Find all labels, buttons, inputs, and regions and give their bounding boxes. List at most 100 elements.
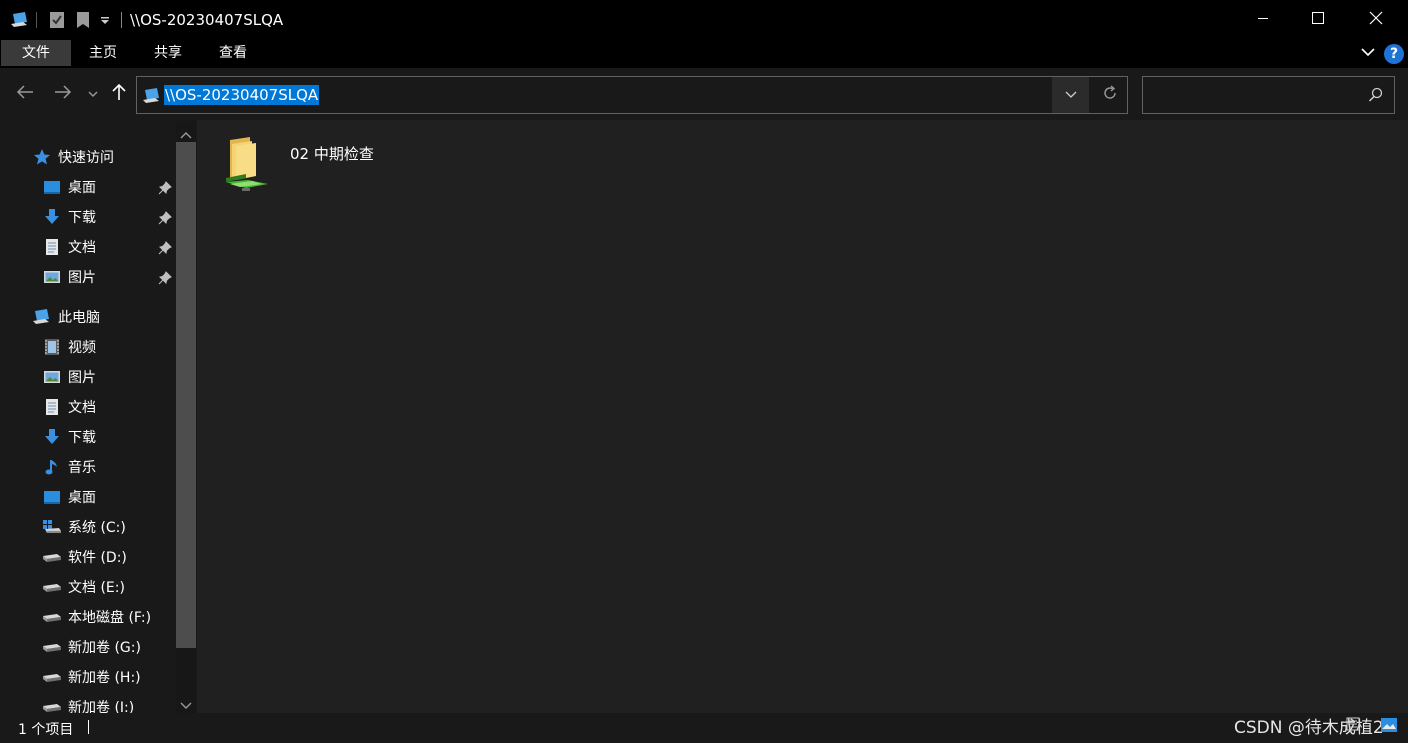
network-computer-icon — [142, 87, 162, 109]
sidebar-item-videos[interactable]: 视频 — [42, 335, 96, 359]
desktop-icon — [42, 487, 62, 507]
chevron-down-icon — [88, 86, 98, 102]
this-pc-icon — [32, 307, 52, 327]
address-history-button[interactable] — [1052, 77, 1089, 113]
sidebar-item-label: 图片 — [68, 270, 96, 286]
tab-home[interactable]: 主页 — [80, 40, 126, 66]
customize-toolbar-icon[interactable] — [100, 14, 110, 30]
pin-icon[interactable] — [158, 241, 172, 255]
tab-file[interactable]: 文件 — [1, 40, 71, 66]
sidebar-item-label: 本地磁盘 (F:) — [68, 610, 152, 626]
large-icons-view-icon[interactable] — [1380, 717, 1398, 737]
back-arrow-icon — [16, 85, 34, 103]
drive-icon — [42, 547, 62, 567]
sidebar-item-drive-i[interactable]: 新加卷 (I:) — [42, 695, 134, 713]
search-icon[interactable] — [1368, 87, 1384, 107]
sidebar-item-pictures[interactable]: 图片 — [42, 365, 96, 389]
sidebar-item-drive-c[interactable]: 系统 (C:) — [42, 515, 126, 539]
sidebar-item-desktop[interactable]: 桌面 — [42, 175, 96, 199]
close-button[interactable] — [1353, 0, 1399, 40]
window-title: \\OS-20230407SLQA — [130, 11, 284, 29]
navigation-pane: 快速访问 桌面 下载 文档 图片 此电脑 视频 图片 文档 下载 音乐 桌面 系… — [0, 120, 197, 713]
details-view-icon[interactable] — [1346, 717, 1360, 735]
sidebar-item-desktop[interactable]: 桌面 — [42, 485, 96, 509]
tab-share[interactable]: 共享 — [145, 40, 191, 66]
help-icon[interactable]: ? — [1384, 44, 1404, 64]
refresh-button[interactable] — [1091, 77, 1128, 113]
sidebar-item-documents[interactable]: 文档 — [42, 395, 96, 419]
sidebar-item-label: 桌面 — [68, 180, 96, 196]
sidebar-scroll-thumb[interactable] — [176, 142, 196, 648]
sidebar-item-label: 新加卷 (G:) — [68, 640, 141, 656]
sidebar-item-label: 软件 (D:) — [68, 550, 127, 566]
sidebar-item-quick-access[interactable]: 快速访问 — [32, 145, 114, 169]
drive-icon — [42, 697, 62, 713]
close-icon — [1369, 11, 1383, 29]
sidebar-item-label: 系统 (C:) — [68, 520, 126, 536]
sidebar-item-downloads[interactable]: 下载 — [42, 425, 96, 449]
drive-icon — [42, 577, 62, 597]
recent-locations-button[interactable] — [84, 82, 102, 106]
sidebar-item-label: 新加卷 (H:) — [68, 670, 141, 686]
chevron-down-icon — [1065, 87, 1077, 103]
ribbon-tabs: 文件 主页 共享 查看 ? — [0, 40, 1408, 68]
tab-view[interactable]: 查看 — [210, 40, 256, 66]
item-count: 1 个项目 — [18, 722, 74, 738]
drive-icon — [42, 667, 62, 687]
properties-icon[interactable] — [49, 11, 65, 33]
sidebar-item-documents[interactable]: 文档 — [42, 235, 96, 259]
star-icon — [32, 147, 52, 167]
sidebar-item-label: 快速访问 — [58, 150, 114, 166]
sidebar-item-label: 桌面 — [68, 490, 96, 506]
sidebar-item-downloads[interactable]: 下载 — [42, 205, 96, 229]
this-pc-icon[interactable] — [10, 11, 30, 33]
divider — [121, 12, 122, 28]
pin-icon[interactable] — [158, 181, 172, 195]
sidebar-item-label: 视频 — [68, 340, 96, 356]
pin-icon[interactable] — [158, 271, 172, 285]
divider — [36, 12, 37, 28]
status-bar — [0, 713, 1408, 743]
sidebar-item-drive-e[interactable]: 文档 (E:) — [42, 575, 125, 599]
sidebar-item-label: 新加卷 (I:) — [68, 700, 135, 713]
sidebar-item-label: 下载 — [68, 210, 96, 226]
up-arrow-icon — [112, 83, 126, 105]
minimize-icon — [1257, 12, 1269, 28]
sidebar-item-label: 下载 — [68, 430, 96, 446]
up-button[interactable] — [107, 82, 131, 106]
sidebar-item-drive-f[interactable]: 本地磁盘 (F:) — [42, 605, 151, 629]
sidebar-item-music[interactable]: 音乐 — [42, 455, 96, 479]
file-list[interactable] — [197, 120, 1408, 713]
picture-icon — [42, 367, 62, 387]
document-icon — [42, 397, 62, 417]
system-drive-icon — [42, 517, 62, 537]
pin-icon[interactable] — [158, 211, 172, 225]
sidebar-item-this-pc[interactable]: 此电脑 — [32, 305, 100, 329]
download-icon — [42, 207, 62, 227]
sidebar-item-label: 图片 — [68, 370, 96, 386]
search-input[interactable] — [1142, 76, 1395, 114]
maximize-button[interactable] — [1295, 0, 1341, 40]
sidebar-item-label: 文档 — [68, 240, 96, 256]
minimize-button[interactable] — [1240, 0, 1286, 40]
music-icon — [42, 457, 62, 477]
sidebar-item-drive-h[interactable]: 新加卷 (H:) — [42, 665, 141, 689]
drive-icon — [42, 637, 62, 657]
sidebar-item-pictures[interactable]: 图片 — [42, 265, 96, 289]
back-button[interactable] — [13, 82, 37, 106]
forward-button[interactable] — [51, 82, 75, 106]
folder-name: 02 中期检查 — [290, 145, 374, 163]
sidebar-item-drive-g[interactable]: 新加卷 (G:) — [42, 635, 141, 659]
address-path[interactable]: \\OS-20230407SLQA — [164, 85, 320, 105]
watermark-text: CSDN @待木成植2 — [1234, 718, 1384, 738]
video-icon — [42, 337, 62, 357]
shared-folder-icon — [222, 134, 270, 196]
picture-icon — [42, 267, 62, 287]
new-folder-icon[interactable] — [76, 11, 90, 33]
forward-arrow-icon — [54, 85, 72, 103]
sidebar-item-label: 文档 — [68, 400, 96, 416]
sidebar-item-drive-d[interactable]: 软件 (D:) — [42, 545, 127, 569]
scroll-down-icon[interactable] — [180, 698, 192, 714]
scroll-up-icon[interactable] — [180, 127, 192, 143]
expand-ribbon-icon[interactable] — [1360, 46, 1376, 62]
